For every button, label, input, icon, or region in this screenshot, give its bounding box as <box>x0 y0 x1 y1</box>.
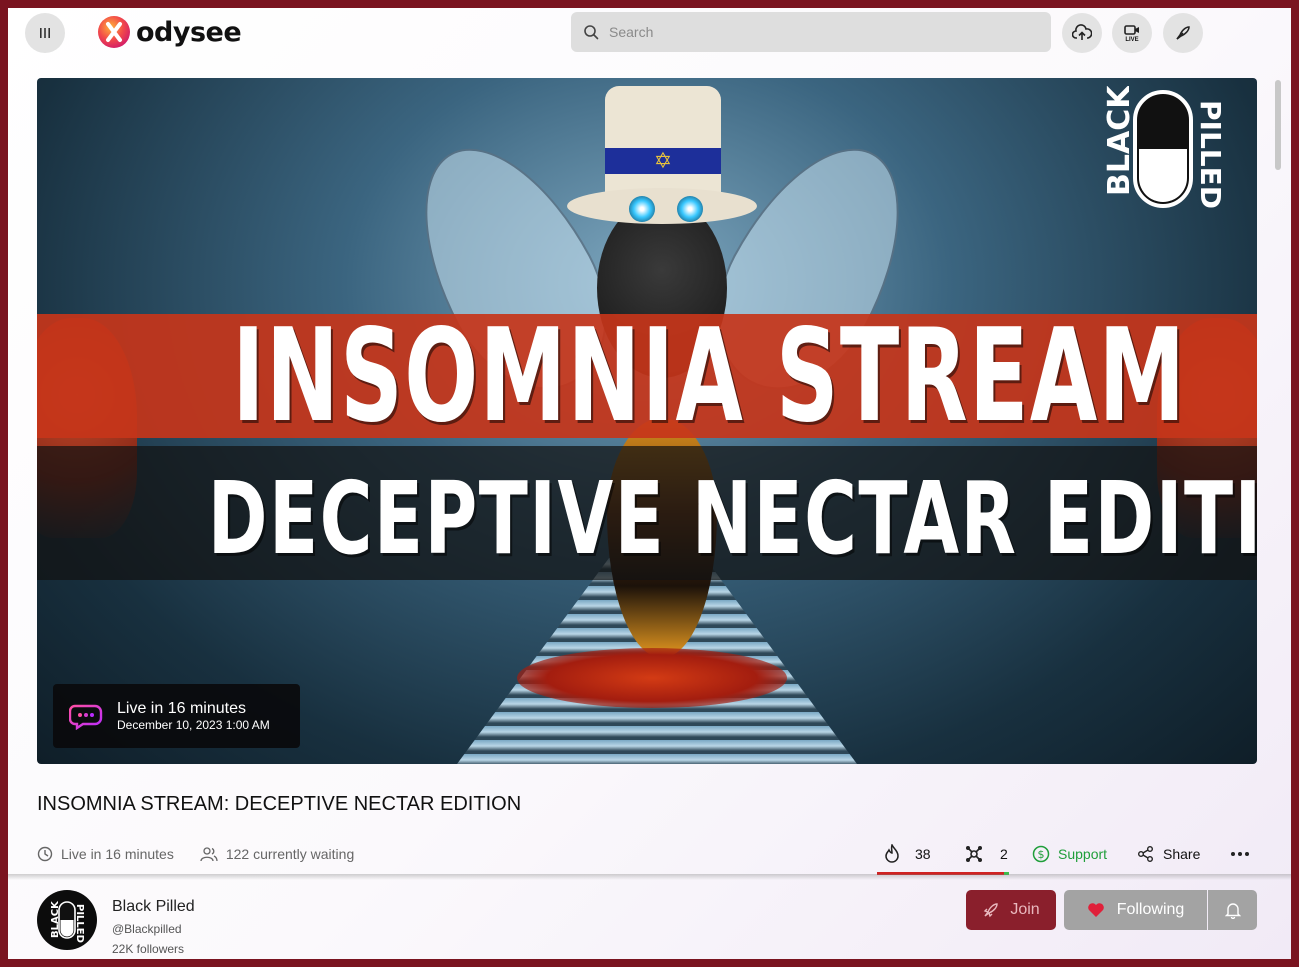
black-pilled-badge: BLACK PILLED <box>1102 86 1227 209</box>
go-live-icon <box>1124 24 1139 35</box>
live-countdown-text: Live in 16 minutes December 10, 2023 1:0… <box>117 699 270 733</box>
share-label: Share <box>1163 846 1201 862</box>
live-date: December 10, 2023 1:00 AM <box>117 718 270 732</box>
odysee-logo-icon <box>98 16 130 48</box>
honey-puddle <box>517 648 787 708</box>
upload-button[interactable] <box>1062 13 1102 53</box>
channel-avatar[interactable]: BLACK PILLED <box>37 890 97 950</box>
avatar-text-right: PILLED <box>74 904 85 943</box>
fire-icon <box>885 844 899 863</box>
join-label: Join <box>1010 901 1040 918</box>
top-header: odysee LIVE <box>8 8 1291 58</box>
hat-brim <box>567 188 757 224</box>
slime-icon <box>966 846 982 862</box>
menu-button[interactable] <box>25 13 65 53</box>
bee-eye-left <box>629 196 655 222</box>
create-post-icon <box>1176 26 1190 40</box>
channel-avatar-logo: BLACK PILLED <box>50 900 85 943</box>
search-bar[interactable] <box>571 12 1051 52</box>
badge-text-right: PILLED <box>1194 100 1227 209</box>
fire-reaction-button[interactable]: 38 <box>883 840 931 868</box>
waiting-count: 122 currently waiting <box>225 846 355 862</box>
fire-count: 38 <box>915 846 931 862</box>
heart-icon <box>1087 903 1104 917</box>
share-icon <box>1138 846 1153 862</box>
slime-count: 2 <box>1000 846 1008 862</box>
live-tag: LIVE <box>1125 36 1139 43</box>
slime-reaction-button[interactable]: 2 <box>964 840 1008 868</box>
menu-icon <box>40 28 50 38</box>
page-frame: odysee LIVE <box>8 8 1291 959</box>
go-live-button[interactable]: LIVE <box>1112 13 1152 53</box>
odysee-logo[interactable]: odysee <box>96 14 242 50</box>
support-button[interactable]: $ Support <box>1032 840 1107 868</box>
bee-eye-right <box>677 196 703 222</box>
more-options-button[interactable] <box>1230 840 1250 868</box>
badge-text-left: BLACK <box>1102 86 1137 196</box>
join-button[interactable]: Join <box>966 890 1056 930</box>
upload-icon <box>1072 24 1092 40</box>
create-post-button[interactable] <box>1163 13 1203 53</box>
live-countdown-box: Live in 16 minutes December 10, 2023 1:0… <box>53 684 300 748</box>
channel-followers: 22K followers <box>112 942 185 956</box>
users-icon <box>200 847 218 862</box>
live-status: Live in 16 minutes <box>117 700 246 717</box>
clock-icon <box>37 846 53 862</box>
more-horizontal-icon <box>1231 852 1249 856</box>
stream-thumbnail[interactable]: ✡ INSOMNIA STREAM DECEPTIVE NECTAR EDITI… <box>37 78 1257 764</box>
stream-meta: Live in 16 minutes 122 currently waiting <box>37 844 354 864</box>
bee-hat <box>605 86 721 204</box>
channel-handle[interactable]: @Blackpilled <box>112 922 182 936</box>
following-button[interactable]: Following <box>1064 890 1207 930</box>
channel-name[interactable]: Black Pilled <box>112 898 195 916</box>
support-dollar-icon: $ <box>1032 845 1050 863</box>
thumbnail-subheadline: DECEPTIVE NECTAR EDITION <box>207 460 1257 577</box>
thumbnail-headline: INSOMNIA STREAM <box>232 302 1187 451</box>
live-in-text: Live in 16 minutes <box>61 846 174 862</box>
bell-icon <box>1224 903 1241 919</box>
share-button[interactable]: Share <box>1137 840 1200 868</box>
hat-band: ✡ <box>605 148 721 174</box>
following-label: Following <box>1116 901 1185 918</box>
support-label: Support <box>1058 846 1108 862</box>
live-chat-icon <box>69 704 103 730</box>
rocket-icon <box>984 903 999 918</box>
search-icon <box>584 25 599 40</box>
svg-text:$: $ <box>1038 848 1045 861</box>
logo-text: odysee <box>136 16 242 48</box>
section-divider <box>8 874 1291 880</box>
video-title: INSOMNIA STREAM: DECEPTIVE NECTAR EDITIO… <box>37 793 522 815</box>
search-input[interactable] <box>609 24 1009 40</box>
page-scrollbar[interactable] <box>1275 80 1281 170</box>
notifications-bell-button[interactable] <box>1208 890 1257 930</box>
